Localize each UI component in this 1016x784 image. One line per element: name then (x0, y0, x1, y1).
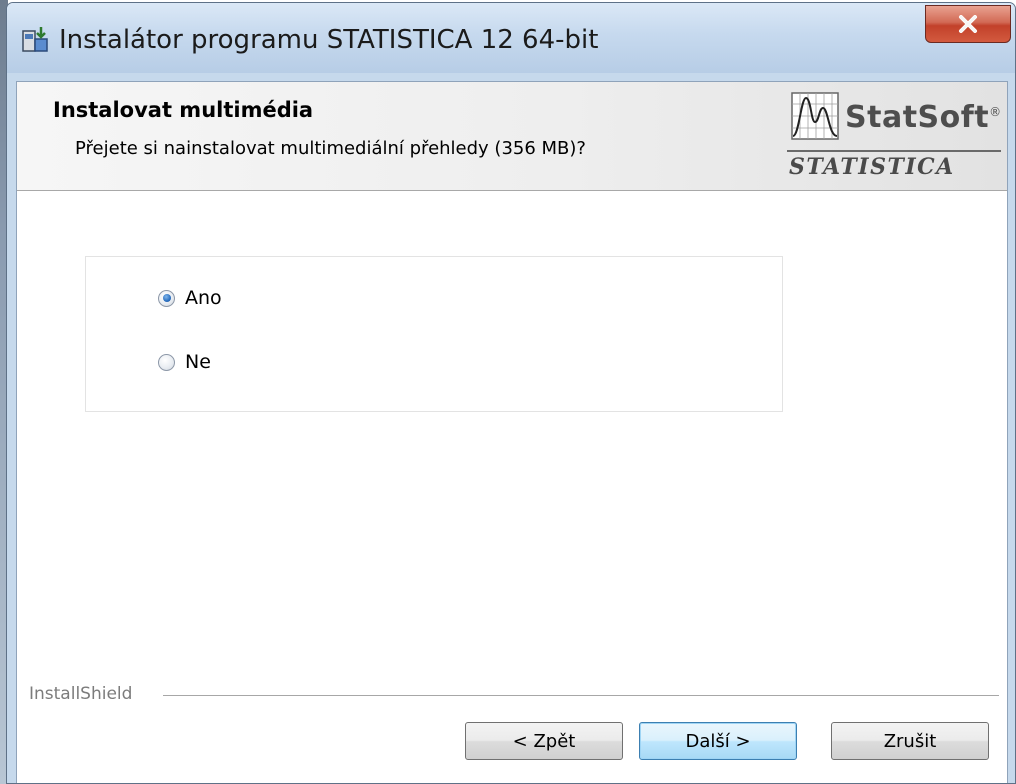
logo-registered-mark: ® (989, 105, 1002, 119)
footer-divider (163, 695, 999, 697)
option-no[interactable]: Ne (158, 349, 211, 375)
title-bar[interactable]: Instalátor programu STATISTICA 12 64-bit (7, 3, 1015, 73)
header-banner: Instalovat multimédia Přejete si nainsta… (17, 82, 1007, 191)
logo-brand-text: StatSoft (845, 100, 990, 135)
dialog-client-area: Instalovat multimédia Přejete si nainsta… (16, 81, 1008, 783)
statsoft-logo: StatSoft® STATISTICA (781, 88, 1005, 184)
logo-divider (787, 150, 1001, 152)
back-button[interactable]: < Zpět (465, 722, 623, 760)
radio-no[interactable] (158, 353, 175, 371)
close-button[interactable] (925, 5, 1011, 43)
logo-product: STATISTICA (789, 154, 955, 180)
cancel-button[interactable]: Zrušit (831, 722, 989, 760)
page-subtitle: Přejete si nainstalovat multimediální př… (75, 138, 586, 159)
option-yes[interactable]: Ano (158, 285, 222, 311)
close-icon (959, 15, 977, 33)
window-title: Instalátor programu STATISTICA 12 64-bit (59, 25, 599, 55)
installer-window: Instalátor programu STATISTICA 12 64-bit… (6, 2, 1016, 784)
installshield-label: InstallShield (29, 684, 133, 704)
option-yes-label[interactable]: Ano (185, 287, 222, 309)
statsoft-logo-icon (791, 92, 839, 140)
radio-selected-dot (162, 294, 171, 302)
logo-brand: StatSoft® (845, 100, 1002, 135)
option-no-label[interactable]: Ne (185, 351, 211, 373)
page-title: Instalovat multimédia (53, 98, 314, 122)
multimedia-options-group: Ano Ne (85, 256, 783, 412)
radio-yes[interactable] (158, 289, 175, 307)
screen: Instalátor programu STATISTICA 12 64-bit… (0, 0, 1016, 784)
next-button[interactable]: Další > (639, 722, 797, 760)
installer-icon (22, 27, 48, 52)
